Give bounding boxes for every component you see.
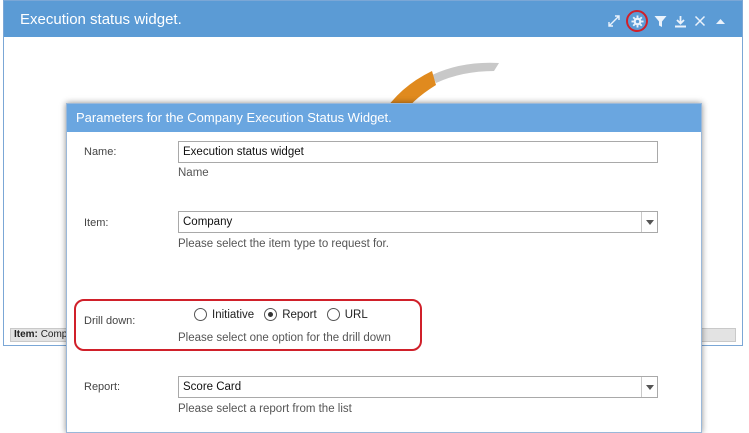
report-select-value: Score Card [183, 381, 242, 393]
name-input[interactable]: Execution status widget [178, 141, 658, 163]
radio-button-selected[interactable] [264, 308, 278, 321]
footer-label: Item: [14, 329, 38, 340]
close-icon[interactable] [692, 12, 708, 30]
report-label: Report: [84, 381, 121, 393]
item-select-value: Company [183, 216, 233, 228]
widget-header: Execution status widget. [4, 1, 742, 37]
drill-down-hint: Please select one option for the drill d… [178, 332, 391, 344]
radio-label: Report [282, 308, 317, 321]
radio-option-url[interactable]: URL [326, 308, 368, 321]
item-hint: Please select the item type to request f… [178, 238, 389, 250]
radio-option-report[interactable]: Report [264, 308, 317, 321]
item-select[interactable]: Company [178, 211, 658, 233]
expand-icon[interactable] [606, 12, 622, 30]
radio-option-initiative[interactable]: Initiative [194, 308, 254, 321]
collapse-up-icon[interactable] [712, 12, 728, 30]
filter-icon[interactable] [652, 12, 668, 30]
report-hint: Please select a report from the list [178, 403, 352, 415]
radio-label: URL [344, 308, 368, 321]
name-hint: Name [178, 167, 209, 179]
widget-toolbar [606, 10, 728, 32]
settings-button[interactable] [626, 10, 648, 32]
chevron-down-icon[interactable] [641, 377, 657, 397]
footer-value: Comp [40, 329, 68, 340]
radio-button[interactable] [326, 308, 340, 321]
radio-button[interactable] [194, 308, 207, 321]
report-select[interactable]: Score Card [178, 376, 658, 398]
item-label: Item: [84, 217, 109, 229]
widget-parameters-dialog: Parameters for the Company Execution Sta… [66, 103, 702, 433]
drill-down-radio-group: Initiative Report URL [194, 308, 368, 321]
gear-icon [630, 14, 644, 28]
drill-down-label: Drill down: [84, 315, 136, 327]
dialog-title: Parameters for the Company Execution Sta… [67, 104, 701, 132]
widget-title: Execution status widget. [20, 11, 182, 28]
download-icon[interactable] [672, 12, 688, 30]
radio-label: Initiative [212, 308, 255, 321]
chevron-down-icon[interactable] [641, 212, 657, 232]
name-label: Name: [84, 146, 117, 158]
gauge-segment-secondary [432, 62, 499, 83]
